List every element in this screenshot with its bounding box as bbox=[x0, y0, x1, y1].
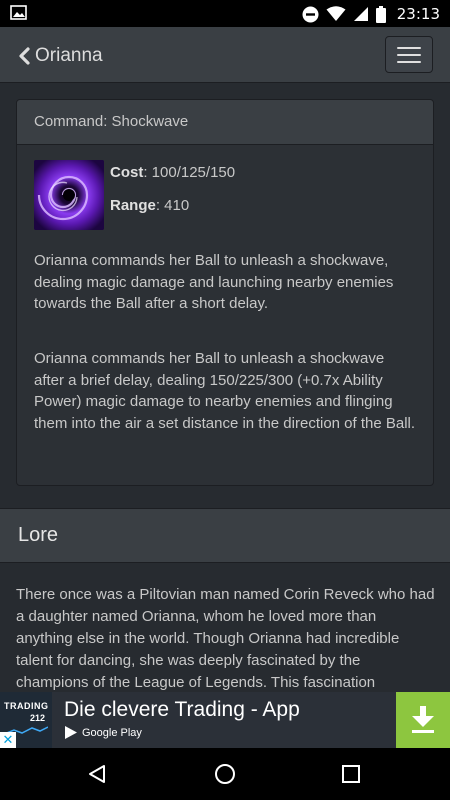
cost-stat: Cost: 100/125/150 bbox=[110, 164, 235, 181]
home-circle-icon[interactable] bbox=[214, 763, 236, 785]
download-button[interactable] bbox=[396, 692, 450, 748]
google-play-icon bbox=[65, 726, 77, 739]
shockwave-ability-icon bbox=[34, 160, 104, 230]
range-label: Range bbox=[110, 197, 156, 214]
ad-logo-line1: TRADING bbox=[4, 701, 49, 711]
battery-icon bbox=[375, 5, 386, 23]
google-play-badge[interactable]: Google Play bbox=[64, 725, 142, 740]
range-stat: Range: 410 bbox=[110, 197, 189, 214]
clock-time: 23:13 bbox=[396, 5, 440, 23]
ad-title[interactable]: Die clevere Trading - App bbox=[64, 698, 300, 722]
cost-label: Cost bbox=[110, 164, 144, 181]
chevron-left-icon bbox=[19, 47, 30, 65]
status-bar: 23:13 bbox=[0, 0, 450, 27]
page-title: Orianna bbox=[35, 45, 103, 66]
lore-heading: Lore bbox=[0, 508, 450, 563]
cost-value: : 100/125/150 bbox=[143, 164, 236, 181]
do-not-disturb-icon bbox=[302, 6, 319, 22]
back-button[interactable]: Orianna bbox=[18, 42, 103, 70]
system-nav-bar bbox=[0, 748, 450, 800]
ability-panel: Command: Shockwave Cost: 100/125/150 Ran… bbox=[16, 99, 434, 486]
image-icon bbox=[10, 5, 27, 20]
signal-icon bbox=[353, 7, 368, 21]
ability-description-long: Orianna commands her Ball to unleash a s… bbox=[34, 350, 416, 432]
ad-banner[interactable]: TRADING 212 ✕ Die clevere Trading - App … bbox=[0, 692, 450, 748]
recents-square-icon[interactable] bbox=[342, 765, 360, 783]
ability-description-short: Orianna commands her Ball to unleash a s… bbox=[34, 252, 394, 312]
google-play-label: Google Play bbox=[82, 726, 142, 739]
app-bar: Orianna bbox=[0, 27, 450, 83]
lore-text: There once was a Piltovian man named Cor… bbox=[16, 586, 435, 691]
ability-title: Command: Shockwave bbox=[17, 100, 433, 145]
wifi-icon bbox=[326, 6, 346, 21]
range-value: : 410 bbox=[155, 197, 190, 214]
ability-stats-row: Cost: 100/125/150 Range: 410 bbox=[17, 145, 433, 241]
download-icon bbox=[412, 706, 434, 733]
back-triangle-icon[interactable] bbox=[87, 764, 107, 784]
hamburger-menu-button[interactable] bbox=[385, 36, 433, 73]
ad-close-button[interactable]: ✕ bbox=[0, 732, 16, 748]
ad-logo-line2: 212 bbox=[30, 713, 46, 723]
